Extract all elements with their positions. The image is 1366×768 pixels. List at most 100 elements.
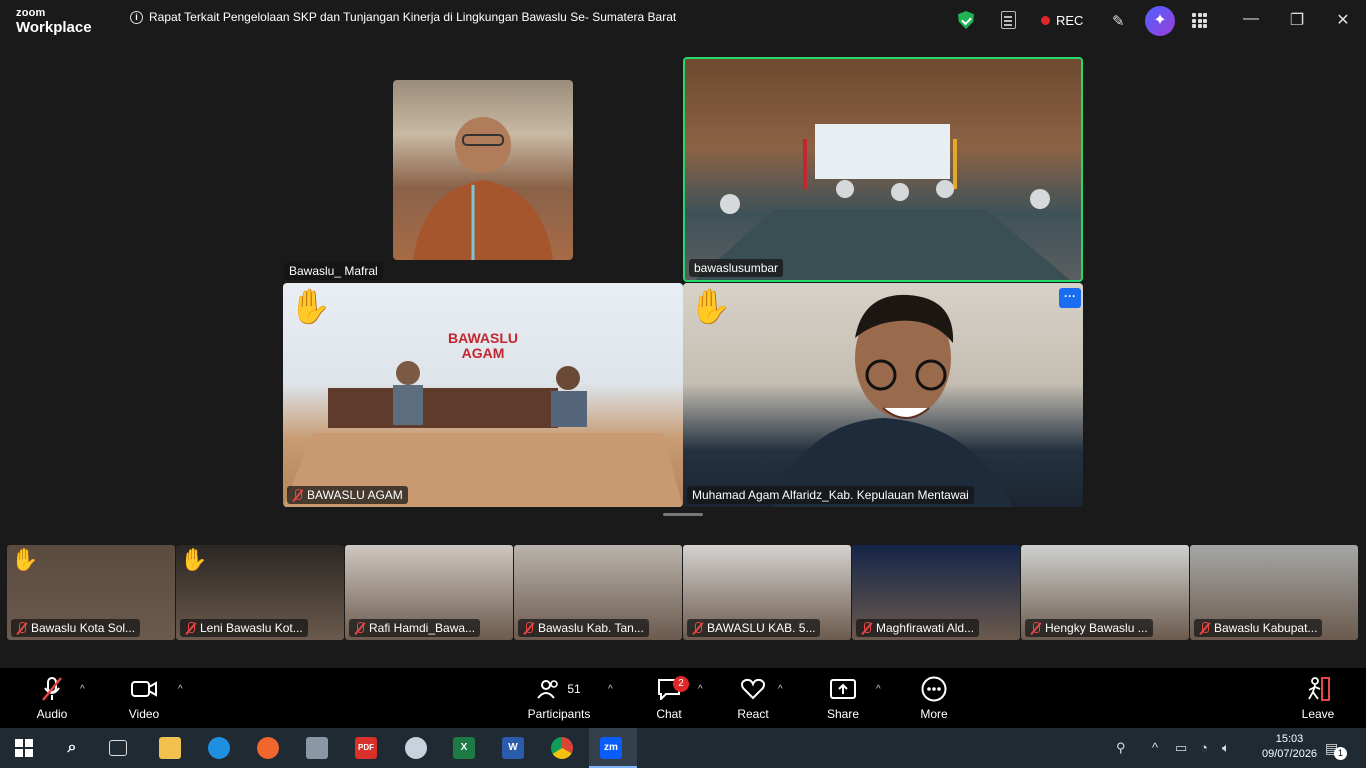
captions-icon[interactable] bbox=[1001, 11, 1016, 29]
title-bar: zoom Workplace i Rapat Terkait Pengelola… bbox=[0, 0, 1366, 42]
participant-name-agam: BAWASLU AGAM bbox=[287, 486, 408, 504]
system-clock[interactable]: 15:03 09/07/2026 bbox=[1262, 732, 1317, 762]
participants-button[interactable]: 51 Participants bbox=[520, 676, 598, 721]
participant-name-text: BAWASLU AGAM bbox=[307, 488, 403, 502]
close-button[interactable]: ✕ bbox=[1333, 10, 1353, 30]
zoom-app-icon[interactable]: zm bbox=[600, 737, 622, 759]
share-button[interactable]: Share bbox=[808, 676, 878, 721]
strip-tile[interactable]: Hengky Bawaslu ... bbox=[1021, 545, 1189, 640]
file-explorer-icon[interactable] bbox=[159, 737, 181, 759]
edge-browser-icon[interactable] bbox=[208, 737, 230, 759]
react-label: React bbox=[737, 707, 769, 721]
meeting-title[interactable]: i Rapat Terkait Pengelolaan SKP dan Tunj… bbox=[130, 10, 676, 24]
muted-mic-icon bbox=[292, 488, 303, 502]
react-options-caret-icon[interactable]: ^ bbox=[778, 684, 783, 695]
volume-icon[interactable]: 🔈︎ bbox=[1222, 740, 1230, 756]
participant-video-mentawai bbox=[773, 294, 1013, 507]
view-grid-icon[interactable] bbox=[1192, 13, 1207, 28]
participant-name-text: Muhamad Agam Alfaridz_Kab. Kepulauan Men… bbox=[692, 488, 969, 502]
participants-options-caret-icon[interactable]: ^ bbox=[608, 684, 613, 695]
zoom-logo: zoom Workplace bbox=[16, 8, 92, 36]
video-label: Video bbox=[128, 707, 160, 721]
leave-button[interactable]: Leave bbox=[1283, 676, 1353, 721]
muted-mic-icon bbox=[16, 621, 27, 635]
raised-hand-icon: ✋ bbox=[180, 547, 208, 572]
meeting-title-text: Rapat Terkait Pengelolaan SKP dan Tunjan… bbox=[149, 10, 677, 24]
muted-mic-icon bbox=[1030, 621, 1041, 635]
strip-tile[interactable]: Maghfirawati Ald... bbox=[852, 545, 1020, 640]
participant-name-tag: Rafi Hamdi_Bawa... bbox=[349, 619, 481, 637]
info-icon[interactable]: i bbox=[130, 10, 143, 24]
annotate-pen-icon[interactable]: ✎ bbox=[1112, 12, 1125, 30]
rec-label: REC bbox=[1056, 13, 1084, 28]
share-options-caret-icon[interactable]: ^ bbox=[876, 684, 881, 695]
participant-name-mentawai: Muhamad Agam Alfaridz_Kab. Kepulauan Men… bbox=[687, 486, 974, 504]
restore-button[interactable]: ❐ bbox=[1287, 10, 1307, 30]
share-label: Share bbox=[826, 707, 860, 721]
participant-name-text: BAWASLU KAB. 5... bbox=[707, 621, 816, 635]
strip-tile[interactable]: BAWASLU KAB. 5... bbox=[683, 545, 851, 640]
tile-more-options-button[interactable]: ··· bbox=[1059, 288, 1081, 308]
tray-chevron-up-icon[interactable]: ^ bbox=[1152, 740, 1158, 755]
share-screen-icon bbox=[808, 676, 878, 702]
participant-video-agam bbox=[283, 361, 683, 507]
wifi-icon[interactable]: ◔ bbox=[1200, 740, 1208, 755]
participant-name-tag: Hengky Bawaslu ... bbox=[1025, 619, 1153, 637]
participant-name-text: Bawaslu Kabupat... bbox=[1214, 621, 1318, 635]
strip-tile[interactable]: ✋ Leni Bawaslu Kot... bbox=[176, 545, 344, 640]
firefox-icon[interactable] bbox=[257, 737, 279, 759]
accounts-icon[interactable]: ⚲ bbox=[1116, 740, 1126, 756]
windows-taskbar: ⌕ PDF X W zm ⚲ ^ ▭ ◔ 🔈︎ 15:03 09/07/2026… bbox=[0, 728, 1366, 768]
video-tile-bawaslusumbar[interactable]: bawaslusumbar bbox=[683, 57, 1083, 282]
chat-icon bbox=[634, 676, 704, 702]
recording-indicator[interactable]: REC bbox=[1041, 13, 1083, 28]
video-options-caret-icon[interactable]: ^ bbox=[178, 684, 183, 695]
more-dots-icon bbox=[899, 676, 969, 702]
raised-hand-icon: ✋ bbox=[689, 288, 732, 326]
gallery-resize-handle[interactable] bbox=[663, 513, 703, 516]
participant-name-text: bawaslusumbar bbox=[694, 261, 779, 275]
windows-start-icon[interactable] bbox=[13, 737, 35, 759]
participant-name-bawaslusumbar: bawaslusumbar bbox=[689, 259, 784, 277]
strip-tile[interactable]: Bawaslu Kabupat... bbox=[1190, 545, 1358, 640]
strip-tile[interactable]: Rafi Hamdi_Bawa... bbox=[345, 545, 513, 640]
ai-companion-icon[interactable]: ✦ bbox=[1145, 6, 1175, 36]
participant-name-text: Hengky Bawaslu ... bbox=[1045, 621, 1148, 635]
minimize-button[interactable]: — bbox=[1241, 10, 1261, 28]
video-tile-bawaslu-agam[interactable]: BAWASLU AGAM ✋ BAWASLU AGAM bbox=[283, 283, 683, 507]
task-view-icon[interactable] bbox=[109, 740, 127, 756]
word-icon[interactable]: W bbox=[502, 737, 524, 759]
battery-icon[interactable]: ▭ bbox=[1175, 740, 1187, 756]
security-shield-icon[interactable] bbox=[958, 11, 974, 29]
leave-door-icon bbox=[1283, 676, 1353, 702]
agam-office-sign: BAWASLU AGAM bbox=[448, 330, 518, 361]
react-button[interactable]: React bbox=[718, 676, 788, 721]
chrome-icon[interactable] bbox=[551, 737, 573, 759]
clock-date: 09/07/2026 bbox=[1262, 748, 1318, 760]
audio-button[interactable]: Audio bbox=[17, 676, 87, 721]
excel-icon[interactable]: X bbox=[453, 737, 475, 759]
search-icon[interactable]: ⌕ bbox=[61, 737, 83, 759]
video-tile-mentawai[interactable]: ✋ ··· Muhamad Agam Alfaridz_Kab. Kepulau… bbox=[683, 283, 1083, 507]
participants-label: Participants bbox=[527, 707, 591, 721]
paint-app-icon[interactable] bbox=[405, 737, 427, 759]
chat-button[interactable]: 2 Chat bbox=[634, 676, 704, 721]
muted-mic-icon bbox=[523, 621, 534, 635]
video-button[interactable]: Video bbox=[109, 676, 179, 721]
chat-options-caret-icon[interactable]: ^ bbox=[698, 684, 703, 695]
strip-tile[interactable]: Bawaslu Kab. Tan... bbox=[514, 545, 682, 640]
muted-mic-icon bbox=[185, 621, 196, 635]
raised-hand-icon: ✋ bbox=[11, 547, 39, 572]
chat-unread-badge: 2 bbox=[673, 676, 689, 692]
participant-name-tag: Bawaslu Kab. Tan... bbox=[518, 619, 649, 637]
pdf-app-icon[interactable]: PDF bbox=[355, 737, 377, 759]
camera-app-icon[interactable] bbox=[306, 737, 328, 759]
more-button[interactable]: More bbox=[899, 676, 969, 721]
participant-name-tag: Maghfirawati Ald... bbox=[856, 619, 980, 637]
participant-name-mafral: Bawaslu_ Mafral bbox=[284, 262, 383, 280]
video-tile-mafral[interactable] bbox=[393, 80, 573, 260]
participant-name-text: Rafi Hamdi_Bawa... bbox=[369, 621, 476, 635]
strip-tile[interactable]: ✋ Bawaslu Kota Sol... bbox=[7, 545, 175, 640]
audio-options-caret-icon[interactable]: ^ bbox=[80, 684, 85, 695]
muted-mic-icon bbox=[354, 621, 365, 635]
